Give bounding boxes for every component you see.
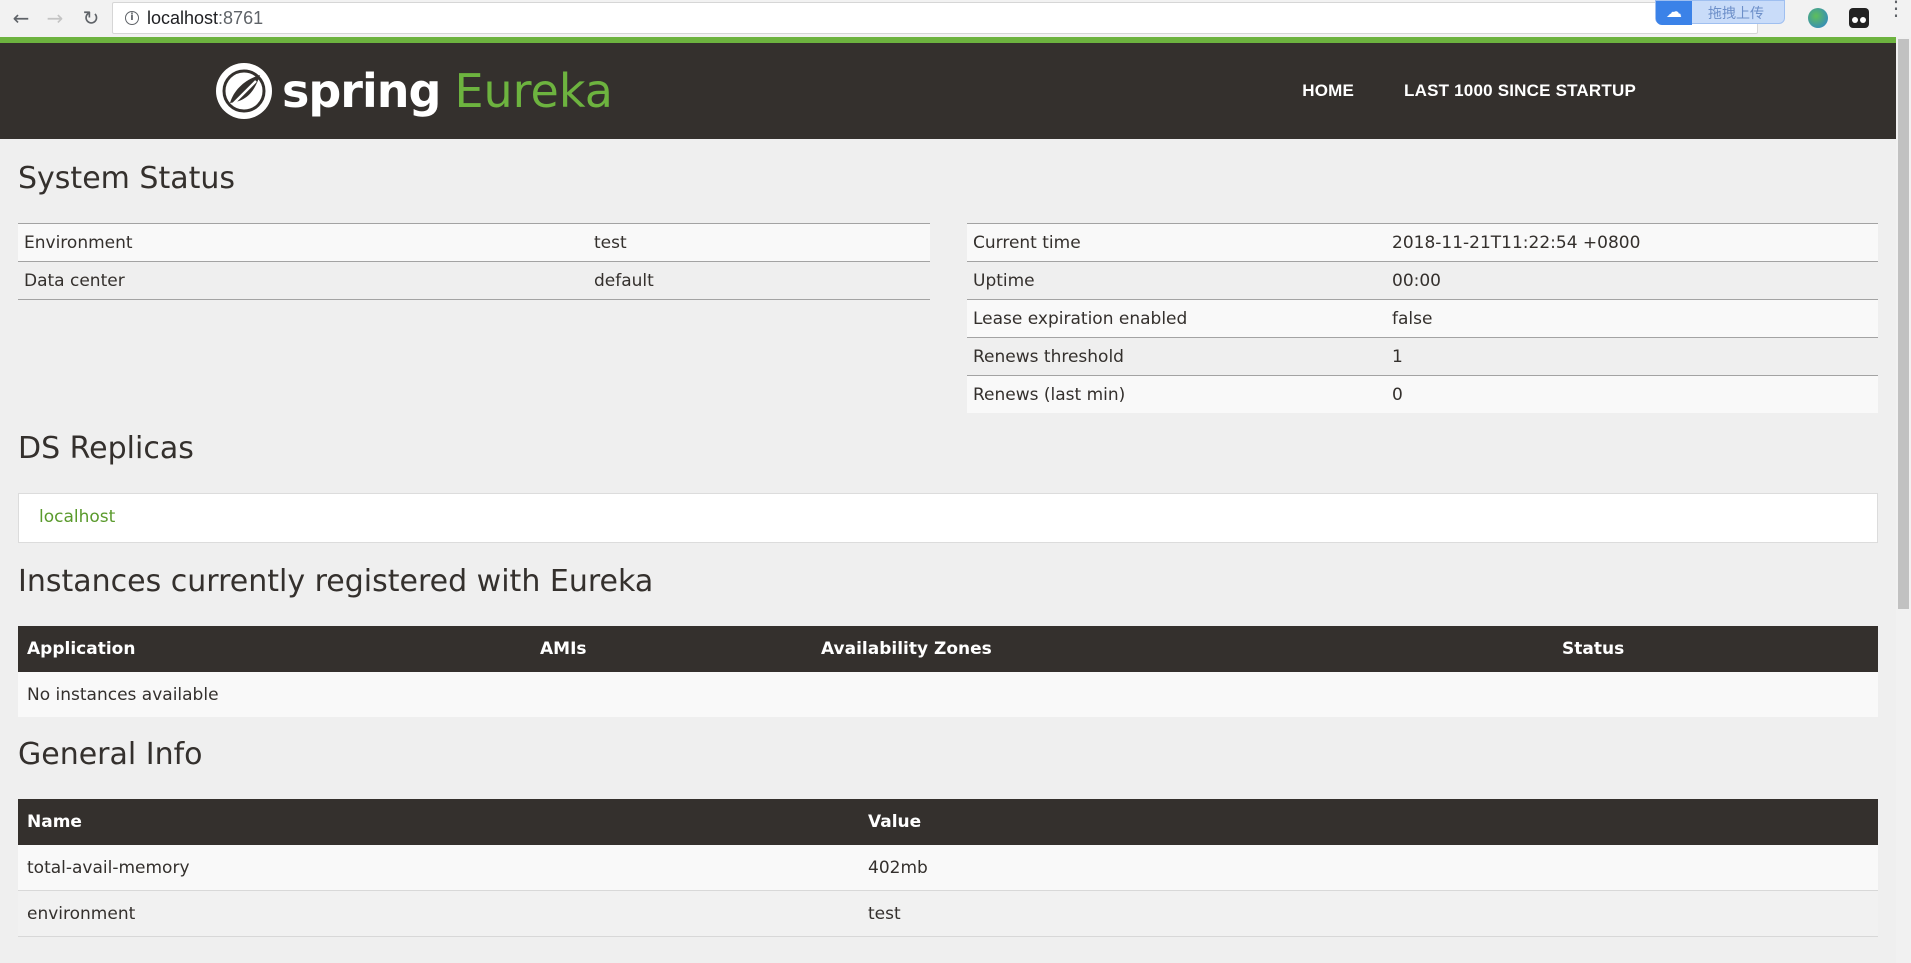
empty-instances-message: No instances available [18,672,1878,717]
status-value: 1 [1386,337,1878,376]
status-value: 0 [1386,375,1878,413]
url-port: :8761 [218,8,264,28]
info-value: test [859,890,1878,937]
system-status-heading: System Status [18,161,236,196]
status-label: Environment [18,223,588,262]
info-value: 402mb [859,845,1878,891]
column-header-application: Application [18,626,531,672]
system-status-left-table: Environment test Data center default [18,223,930,300]
instances-heading: Instances currently registered with Eure… [18,564,654,599]
column-header-value: Value [859,799,1878,845]
page-scrollbar[interactable] [1896,37,1911,963]
status-label: Renews threshold [967,337,1386,376]
upload-extension[interactable]: ☁ 拖拽上传 [1655,0,1785,25]
general-info-table: Name Value total-avail-memory 402mb envi… [18,799,1878,937]
status-label: Data center [18,261,588,300]
status-label: Renews (last min) [967,375,1386,413]
replica-localhost-link[interactable]: localhost [39,507,115,527]
forward-arrow-icon[interactable]: → [42,5,68,31]
top-navbar: spring Eureka HOME LAST 1000 SINCE START… [0,43,1896,139]
cloud-icon: ☁ [1656,1,1692,25]
info-name: total-avail-memory [18,845,859,891]
nav-menu: HOME LAST 1000 SINCE STARTUP [1252,81,1636,101]
column-header-availability-zones: Availability Zones [812,626,1553,672]
status-value: test [588,223,930,262]
table-header-row: Name Value [18,799,1878,845]
tampermonkey-extension-icon[interactable] [1849,8,1869,28]
status-label: Uptime [967,261,1386,300]
table-row: No instances available [18,672,1878,717]
address-bar[interactable]: i localhost:8761 [112,2,1758,34]
status-value: 00:00 [1386,261,1878,300]
page: spring Eureka HOME LAST 1000 SINCE START… [0,37,1896,963]
table-row: total-avail-memory 402mb [18,845,1878,891]
status-label: Lease expiration enabled [967,299,1386,338]
status-value: false [1386,299,1878,338]
table-row: environment test [18,890,1878,937]
table-row: Environment test [18,223,930,262]
column-header-amis: AMIs [531,626,812,672]
nav-home-link[interactable]: HOME [1302,81,1354,101]
url-host: localhost [147,8,219,28]
status-value: default [588,261,930,300]
table-row: Renews threshold 1 [967,337,1878,376]
globe-extension-icon[interactable] [1808,8,1828,28]
system-status-right-table: Current time 2018-11-21T11:22:54 +0800 U… [967,223,1878,413]
nav-last-1000-link[interactable]: LAST 1000 SINCE STARTUP [1404,81,1636,101]
instances-table: Application AMIs Availability Zones Stat… [18,626,1878,717]
browser-toolbar: ← → ↻ i localhost:8761 ☁ 拖拽上传 ⋮ [0,0,1911,37]
table-row: Renews (last min) 0 [967,375,1878,413]
url-text: localhost:8761 [147,8,263,29]
logo-eureka-text: Eureka [454,64,613,118]
table-header-row: Application AMIs Availability Zones Stat… [18,626,1878,672]
spring-leaf-icon [216,63,272,119]
back-arrow-icon[interactable]: ← [8,5,34,31]
column-header-name: Name [18,799,859,845]
info-name: environment [18,890,859,937]
general-info-heading: General Info [18,737,203,772]
table-row: Lease expiration enabled false [967,299,1878,338]
column-header-status: Status [1553,626,1878,672]
logo-spring-text: spring [282,64,441,118]
ds-replicas-heading: DS Replicas [18,431,194,466]
status-label: Current time [967,223,1386,262]
table-row: Data center default [18,261,930,300]
table-row: Uptime 00:00 [967,261,1878,300]
spring-eureka-logo[interactable]: spring Eureka [216,61,613,121]
browser-menu-icon[interactable]: ⋮ [1886,0,1906,18]
upload-extension-label: 拖拽上传 [1708,6,1764,22]
reload-icon[interactable]: ↻ [78,5,104,31]
info-icon[interactable]: i [125,11,139,25]
scrollbar-thumb[interactable] [1898,39,1909,609]
table-row: Current time 2018-11-21T11:22:54 +0800 [967,223,1878,262]
status-value: 2018-11-21T11:22:54 +0800 [1386,223,1878,262]
ds-replicas-panel: localhost [18,493,1878,543]
